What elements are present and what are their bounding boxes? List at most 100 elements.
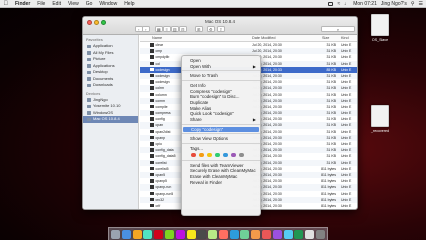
executable-icon bbox=[150, 98, 154, 103]
menu-item-reveal-in-finder[interactable]: Reveal in Finder bbox=[182, 180, 260, 186]
file-name-text: cpan5 bbox=[155, 172, 166, 177]
menu-window[interactable]: Window bbox=[96, 1, 121, 7]
icon-view-button[interactable]: ▦ bbox=[155, 26, 163, 32]
dock-app-icon[interactable] bbox=[208, 229, 218, 239]
file-name-text: config_data bbox=[155, 148, 174, 153]
folder-icon bbox=[87, 117, 91, 121]
tag-color-dot[interactable] bbox=[214, 152, 220, 158]
window-titlebar[interactable]: Mac OS 10.8.4 ‹ › ▦ ≡ ▥ ⊟ ⊞ ⚙ ⇪ ⌕ bbox=[83, 17, 357, 35]
folder-icon bbox=[87, 51, 91, 55]
dock-app-icon[interactable] bbox=[218, 229, 228, 239]
dock-app-icon[interactable] bbox=[132, 229, 142, 239]
dock-app-icon[interactable] bbox=[251, 229, 261, 239]
executable-icon bbox=[150, 73, 154, 78]
file-kind: Unix E bbox=[341, 203, 352, 208]
menu-view[interactable]: View bbox=[64, 1, 82, 7]
tag-color-dot[interactable] bbox=[198, 152, 204, 158]
dock-app-icon[interactable] bbox=[294, 229, 304, 239]
dock-app-icon[interactable] bbox=[272, 229, 282, 239]
menu-item-tags[interactable]: Tags... bbox=[182, 146, 260, 152]
menu-file[interactable]: File bbox=[34, 1, 49, 7]
folder-icon bbox=[87, 98, 91, 102]
dock-app-icon[interactable] bbox=[262, 229, 272, 239]
menu-item-show-view-options[interactable]: Show View Options bbox=[182, 136, 260, 142]
spotlight-icon[interactable]: ⚲ bbox=[411, 1, 415, 7]
tag-color-dot[interactable] bbox=[238, 152, 244, 158]
menubar-user[interactable]: Jing Ngo?'s bbox=[381, 1, 407, 7]
menu-help[interactable]: Help bbox=[121, 1, 138, 7]
executable-icon bbox=[150, 160, 154, 165]
desktop-icon-os-slave[interactable]: OS_Slave bbox=[368, 14, 392, 42]
dock-app-icon[interactable] bbox=[121, 229, 131, 239]
search-field[interactable]: ⌕ bbox=[321, 26, 355, 32]
folder-icon bbox=[87, 57, 91, 61]
menu-edit[interactable]: Edit bbox=[49, 1, 65, 7]
wifi-icon[interactable]: ≈ bbox=[337, 1, 340, 7]
sidebar-item-mac-os-10-8-4[interactable]: Mac OS 10.8.4 bbox=[83, 116, 138, 123]
dock-app-icon[interactable] bbox=[229, 229, 239, 239]
forward-button[interactable]: › bbox=[142, 26, 150, 32]
dock-app-icon[interactable] bbox=[305, 229, 315, 239]
menu-go[interactable]: Go bbox=[82, 1, 96, 7]
folder-icon bbox=[87, 104, 91, 108]
dock-app-icon[interactable] bbox=[315, 229, 325, 239]
executable-icon bbox=[150, 203, 154, 208]
dock-app-icon[interactable] bbox=[164, 229, 174, 239]
executable-icon bbox=[150, 129, 154, 134]
notification-center-icon[interactable]: ☰ bbox=[419, 1, 423, 7]
menu-item-label: Securely Erase with CleanMyMac bbox=[190, 168, 256, 174]
menu-item-move-to-trash[interactable]: Move to Trash bbox=[182, 73, 260, 79]
share-button[interactable]: ⇪ bbox=[217, 26, 225, 32]
menu-item-share[interactable]: Share ▶ bbox=[182, 117, 260, 123]
executable-icon bbox=[150, 86, 154, 90]
menu-item-copy-codesign[interactable]: Copy "codesign" bbox=[183, 126, 259, 133]
menu-finder[interactable]: Finder bbox=[12, 1, 34, 7]
dock-app-icon[interactable] bbox=[154, 229, 164, 239]
dock-app-icon[interactable] bbox=[111, 229, 121, 239]
tag-color-dot[interactable] bbox=[191, 152, 196, 158]
apple-menu-icon[interactable]:  bbox=[0, 0, 12, 8]
sidebar-item-label: Mac OS 10.8.4 bbox=[93, 116, 120, 121]
column-date-modified[interactable]: Date Modified bbox=[252, 36, 275, 40]
action-gear-button[interactable]: ⚙ bbox=[207, 26, 215, 32]
menu-item-label: Make Alias bbox=[190, 105, 212, 111]
column-view-button[interactable]: ▥ bbox=[171, 26, 179, 32]
list-view-button[interactable]: ≡ bbox=[163, 26, 171, 32]
dock-app-icon[interactable] bbox=[197, 229, 207, 239]
column-size[interactable]: Size bbox=[322, 36, 329, 40]
battery-icon[interactable] bbox=[328, 2, 334, 6]
dock-app-icon[interactable] bbox=[283, 229, 293, 239]
arrange-button[interactable]: ⊞ bbox=[195, 26, 203, 32]
menu-item-label: Burn "codesign" to Disc... bbox=[190, 94, 240, 100]
tag-color-dot[interactable] bbox=[230, 152, 236, 158]
file-name-text: cmp bbox=[155, 49, 163, 54]
menu-item-label: Tags... bbox=[190, 146, 203, 152]
dock-app-icon[interactable] bbox=[143, 229, 153, 239]
column-name[interactable]: Name bbox=[152, 36, 162, 40]
menu-item-label: Compress "codesign" bbox=[190, 88, 232, 94]
executable-icon bbox=[150, 92, 154, 96]
desktop-icon-recovered[interactable]: _recovered bbox=[368, 105, 392, 133]
menu-item-label: Open bbox=[190, 58, 201, 63]
file-name-text: config bbox=[155, 117, 165, 122]
file-name: crlf bbox=[150, 203, 160, 209]
menu-item-label: Quick Look "codesign" bbox=[190, 111, 234, 117]
context-menu: Open Open With ▶ Move to Trash Get Info Compr… bbox=[181, 55, 261, 216]
menu-item-open-with[interactable]: Open With ▶ bbox=[182, 64, 260, 70]
executable-icon bbox=[150, 191, 154, 195]
coverflow-view-button[interactable]: ⊟ bbox=[179, 26, 187, 32]
file-name-text: cpan bbox=[155, 123, 164, 128]
menubar-clock[interactable]: Mon 07:21 bbox=[353, 1, 377, 7]
column-kind[interactable]: Kind bbox=[341, 36, 349, 40]
tag-color-dot[interactable] bbox=[222, 152, 228, 158]
file-name-text: corelist bbox=[155, 160, 167, 165]
dock-app-icon[interactable] bbox=[240, 229, 250, 239]
dock-app-icon[interactable] bbox=[186, 229, 196, 239]
window-title: Mac OS 10.8.4 bbox=[204, 18, 235, 24]
dock-app-icon[interactable] bbox=[175, 229, 185, 239]
drive-icon bbox=[371, 105, 389, 127]
volume-icon[interactable]: ♩ bbox=[344, 1, 349, 7]
tag-color-dot[interactable] bbox=[206, 152, 212, 158]
menu-item-label: Show View Options bbox=[190, 136, 228, 142]
sidebar-item-label: Downloads bbox=[93, 82, 113, 87]
